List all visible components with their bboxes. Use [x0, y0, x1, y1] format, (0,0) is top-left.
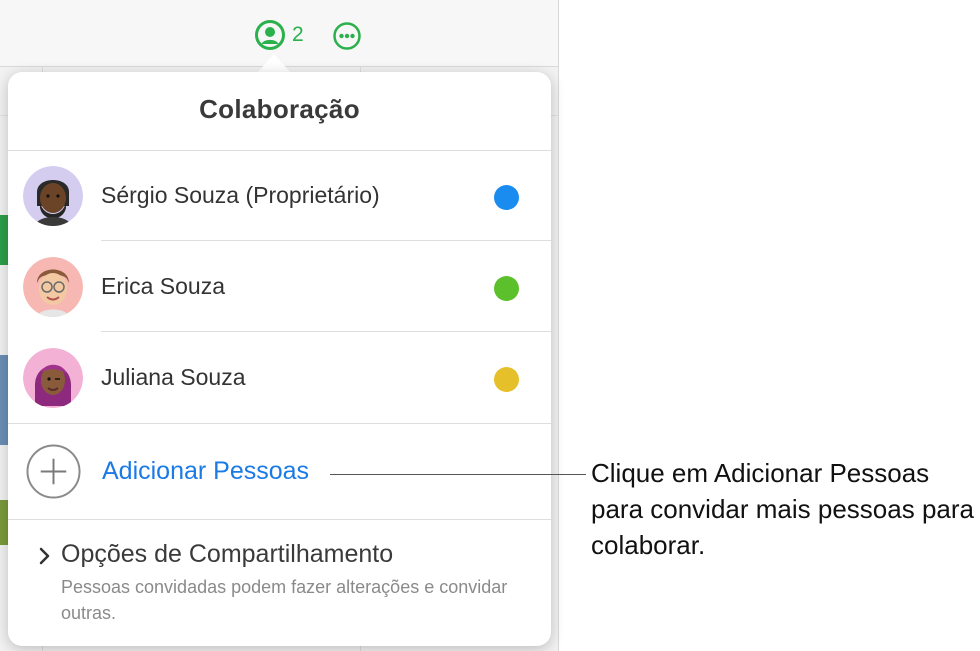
avatar — [23, 348, 83, 408]
divider — [101, 240, 551, 241]
popover-arrow — [258, 54, 290, 72]
chevron-right-icon — [39, 547, 50, 565]
divider — [101, 331, 551, 332]
person-name: Erica Souza — [101, 273, 226, 299]
person-color-indicator — [494, 276, 519, 301]
background-graphic — [0, 355, 8, 445]
person-color-indicator — [494, 367, 519, 392]
collaboration-popover: Colaboração Sérgio Souza (Proprietário) — [8, 72, 551, 646]
person-color-indicator — [494, 185, 519, 210]
callout-leader-line — [330, 474, 586, 475]
person-name: Juliana Souza — [101, 364, 246, 390]
background-graphic — [0, 215, 8, 265]
avatar — [23, 257, 83, 317]
person-row-erica[interactable]: Erica Souza — [8, 243, 551, 333]
more-options-button[interactable] — [332, 21, 362, 51]
add-people-button[interactable]: Adicionar Pessoas — [8, 424, 551, 519]
person-row-sergio[interactable]: Sérgio Souza (Proprietário) — [8, 152, 551, 242]
share-options-description: Pessoas convidadas podem fazer alteraçõe… — [61, 577, 508, 623]
share-options-title: Opções de Compartilhamento — [61, 540, 394, 568]
collaborate-button[interactable]: 2 — [254, 18, 304, 52]
plus-circle-icon — [26, 444, 81, 499]
person-row-juliana[interactable]: Juliana Souza — [8, 334, 551, 424]
callout-text: Clique em Adicionar Pessoas para convida… — [591, 458, 974, 560]
add-people-label: Adicionar Pessoas — [102, 457, 310, 485]
divider — [8, 150, 551, 151]
person-name: Sérgio Souza (Proprietário) — [101, 182, 380, 208]
collaborators-count: 2 — [292, 23, 304, 46]
ellipsis-circle-icon — [333, 22, 361, 50]
avatar — [23, 166, 83, 226]
person-circle-icon — [255, 20, 285, 50]
background-graphic — [0, 500, 8, 545]
popover-title: Colaboração — [199, 94, 360, 124]
share-options-disclosure[interactable]: Opções de Compartilhamento Pessoas convi… — [8, 520, 551, 646]
